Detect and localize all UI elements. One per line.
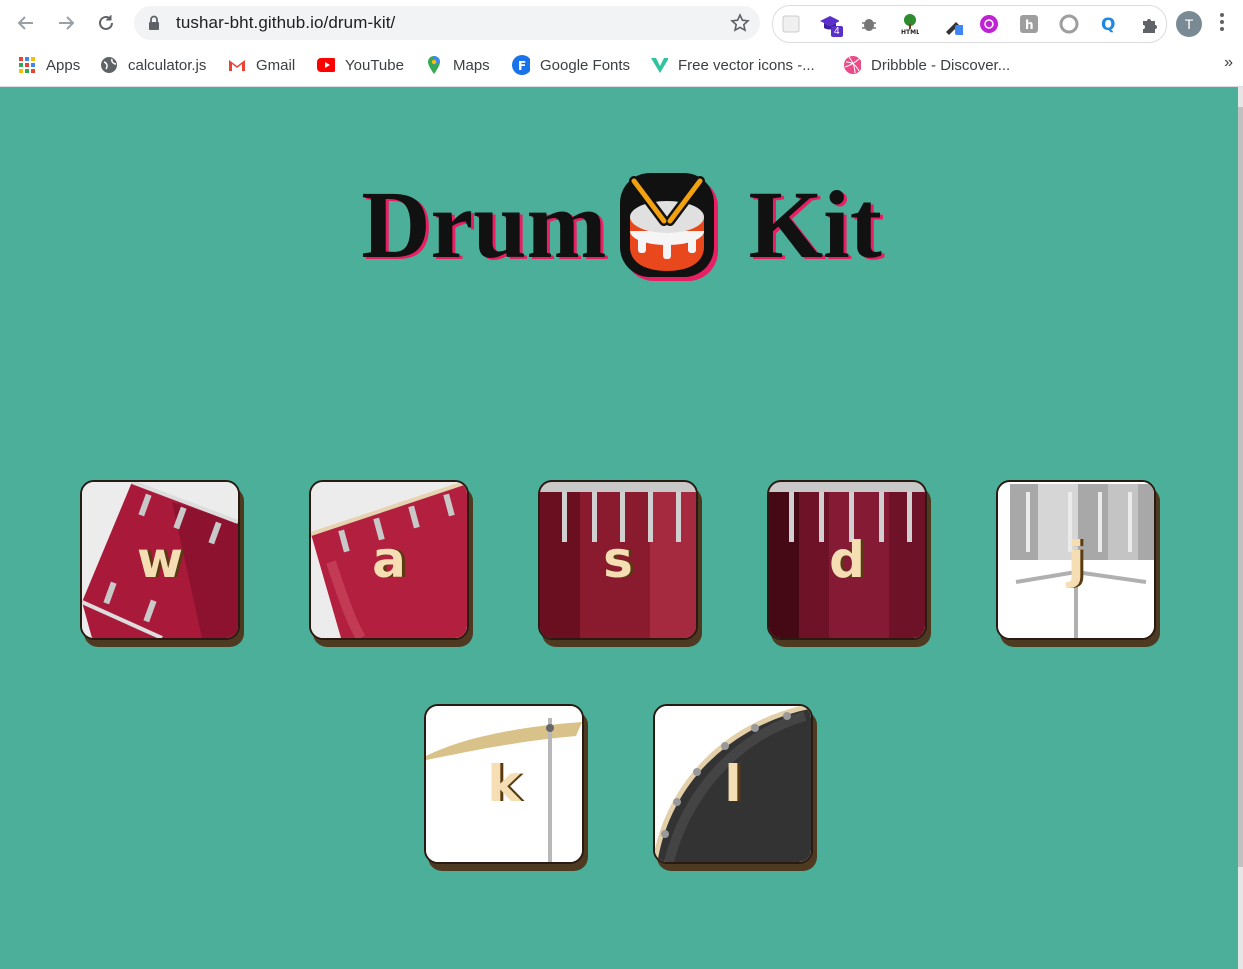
drum-pad-k[interactable]: k: [424, 704, 584, 864]
html-tree-icon[interactable]: HTML: [899, 14, 919, 35]
bookmark-calculator[interactable]: calculator.js: [100, 54, 206, 76]
drum-pad-j[interactable]: j: [996, 480, 1156, 640]
svg-text:F: F: [518, 59, 526, 73]
extension-icon-1[interactable]: [781, 14, 801, 34]
bookmark-dribbble[interactable]: Dribbble - Discover...: [843, 54, 1010, 76]
extension-purple-icon[interactable]: [979, 14, 999, 34]
bookmark-label: Apps: [46, 56, 81, 74]
more-vert-icon[interactable]: [1219, 12, 1225, 32]
youtube-icon: [317, 56, 335, 74]
globe-icon: [100, 56, 118, 74]
drum-pad-a[interactable]: a: [309, 480, 469, 640]
title-kit-text: Kit: [748, 171, 882, 278]
bug-icon[interactable]: [859, 14, 879, 34]
address-bar[interactable]: tushar-bht.github.io/drum-kit/: [134, 6, 760, 40]
back-button[interactable]: [12, 9, 40, 37]
svg-text:HTML: HTML: [901, 29, 919, 35]
url-text: tushar-bht.github.io/drum-kit/: [176, 13, 396, 32]
extension-graduation-icon[interactable]: 4: [819, 14, 843, 37]
apps-grid-icon: [18, 56, 36, 74]
drum-key-label: a: [372, 531, 406, 589]
lock-icon: [149, 15, 159, 30]
bookmark-label: Google Fonts: [540, 56, 631, 74]
extension-q-icon[interactable]: Q: [1099, 14, 1119, 34]
bookmark-star-icon[interactable]: [730, 13, 750, 33]
puzzle-icon[interactable]: [1139, 14, 1159, 34]
bookmark-maps[interactable]: Maps: [425, 54, 490, 76]
dribbble-icon: [843, 56, 861, 74]
drum-key-label: k: [487, 755, 521, 813]
page-title: Drum Kit: [361, 165, 882, 285]
drum-pad-s[interactable]: s: [538, 480, 698, 640]
drum-pad-l[interactable]: l: [653, 704, 813, 864]
reload-icon: [99, 15, 113, 30]
bookmarks-bar: Apps calculator.js Gmail YouTube Maps F …: [0, 46, 1243, 84]
browser-toolbar: tushar-bht.github.io/drum-kit/ 4 HTML h …: [0, 0, 1243, 46]
bookmark-youtube[interactable]: YouTube: [317, 54, 404, 76]
color-picker-icon[interactable]: [943, 14, 963, 35]
title-drum-text: Drum: [361, 171, 607, 278]
bookmark-vector-icons[interactable]: Free vector icons -...: [650, 54, 815, 76]
bookmark-label: Dribbble - Discover...: [871, 56, 1011, 74]
profile-avatar[interactable]: T: [1176, 11, 1202, 37]
drum-pad-w[interactable]: w: [80, 480, 240, 640]
reload-button[interactable]: [92, 9, 120, 37]
browser-chrome: tushar-bht.github.io/drum-kit/ 4 HTML h …: [0, 0, 1243, 87]
bookmark-label: Maps: [453, 56, 490, 74]
bookmark-label: YouTube: [345, 56, 404, 74]
gmail-icon: [228, 56, 246, 74]
bookmark-label: Gmail: [256, 56, 296, 74]
arrow-left-icon: [17, 16, 33, 30]
bookmark-label: calculator.js: [128, 56, 207, 74]
google-fonts-icon: F: [512, 55, 530, 75]
bookmark-google-fonts[interactable]: F Google Fonts: [512, 54, 630, 76]
arrow-right-icon: [59, 16, 75, 30]
bookmarks-more-button[interactable]: »: [1224, 54, 1233, 72]
drum-key-label: s: [603, 531, 633, 589]
extensions-area: 4 HTML h Q: [772, 5, 1167, 43]
extension-gray-circle-icon[interactable]: [1059, 14, 1079, 34]
svg-text:Q: Q: [1101, 15, 1115, 34]
bookmark-label: Free vector icons -...: [678, 56, 815, 74]
bookmark-apps[interactable]: Apps: [18, 54, 80, 76]
vector-icons-icon: [650, 56, 668, 74]
drum-pad-d[interactable]: d: [767, 480, 927, 640]
drum-key-label: j: [1067, 531, 1085, 589]
svg-text:h: h: [1025, 18, 1034, 32]
forward-button[interactable]: [52, 9, 80, 37]
bookmark-gmail[interactable]: Gmail: [228, 54, 295, 76]
extension-h-icon[interactable]: h: [1019, 14, 1039, 34]
maps-icon: [425, 56, 443, 74]
drum-icon: [616, 165, 726, 285]
drum-key-label: l: [724, 755, 742, 813]
drum-key-label: w: [136, 531, 184, 589]
drum-key-label: d: [829, 531, 865, 589]
page-header: Drum Kit: [0, 165, 1243, 285]
extension-badge: 4: [831, 26, 843, 37]
